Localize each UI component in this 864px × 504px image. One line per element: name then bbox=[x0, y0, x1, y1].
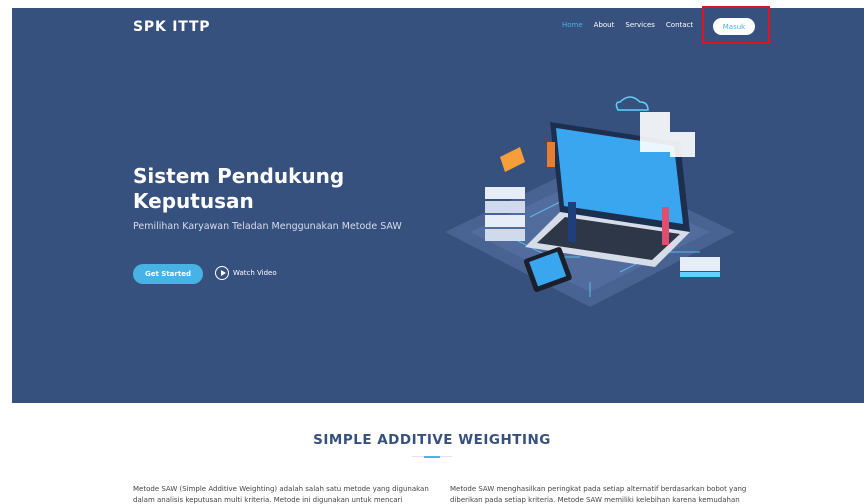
hero-title: Sistem Pendukung Keputusan bbox=[133, 164, 345, 213]
watch-video-link[interactable]: Watch Video bbox=[215, 266, 277, 280]
section-title: SIMPLE ADDITIVE WEIGHTING bbox=[313, 432, 551, 448]
section-divider bbox=[412, 455, 452, 458]
get-started-button[interactable]: Get Started bbox=[133, 264, 203, 284]
nav-contact[interactable]: Contact bbox=[666, 21, 693, 29]
right-text-line: Metode SAW menghasilkan peringkat pada s… bbox=[450, 485, 747, 493]
nav-menu: Home About Services Contact bbox=[562, 21, 693, 29]
left-text-line: Metode SAW (Simple Additive Weighting) a… bbox=[133, 485, 429, 493]
highlight-box bbox=[702, 6, 770, 44]
nav-services[interactable]: Services bbox=[625, 21, 655, 29]
nav-about[interactable]: About bbox=[594, 21, 615, 29]
watch-video-label: Watch Video bbox=[233, 269, 277, 277]
right-text-line: diberikan pada setiap kriteria. Metode S… bbox=[450, 496, 740, 504]
hero-illustration bbox=[445, 96, 735, 307]
play-icon bbox=[215, 266, 229, 280]
left-text-line: dalam analisis keputusan multi kriteria.… bbox=[133, 496, 403, 504]
section-text-right: Metode SAW menghasilkan peringkat pada s… bbox=[450, 484, 750, 504]
hero-subtitle: Pemilihan Karyawan Teladan Menggunakan M… bbox=[133, 221, 402, 232]
section-text-left: Metode SAW (Simple Additive Weighting) a… bbox=[133, 484, 433, 504]
nav-home[interactable]: Home bbox=[562, 21, 583, 29]
brand-logo[interactable]: SPK ITTP bbox=[133, 19, 210, 35]
